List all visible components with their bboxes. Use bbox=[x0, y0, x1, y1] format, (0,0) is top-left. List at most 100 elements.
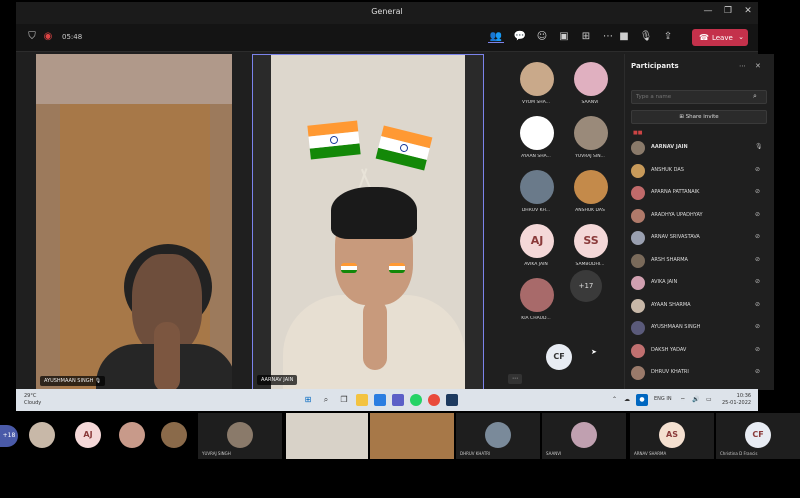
avatar bbox=[631, 186, 645, 200]
maximize-icon[interactable]: ❐ bbox=[720, 6, 736, 16]
window-title: General bbox=[371, 7, 403, 16]
tray-chevron-icon[interactable]: ⌃ bbox=[612, 396, 617, 403]
gallery-tile[interactable]: KIA CHAUD... bbox=[508, 274, 564, 326]
strip-tile[interactable]: CF Christina D Francis bbox=[716, 413, 800, 459]
wifi-icon[interactable]: ⌔ bbox=[680, 396, 686, 404]
strip-tile[interactable]: AS ARNAV SHARMA bbox=[630, 413, 714, 459]
mic-off-icon[interactable]: ⊘ bbox=[755, 323, 760, 330]
mic-off-icon[interactable]: ⊘ bbox=[755, 368, 760, 375]
avatar: SS bbox=[574, 224, 608, 258]
mic-icon[interactable]: 🎙 bbox=[638, 31, 654, 42]
rooms-icon[interactable]: ▣ bbox=[556, 31, 572, 42]
participant-row[interactable]: ARSH SHARMA ⊘ bbox=[629, 251, 773, 271]
chat-icon[interactable]: 💬 bbox=[512, 31, 528, 42]
mic-off-icon[interactable]: ⊘ bbox=[755, 166, 760, 173]
participants-header: Participants bbox=[631, 62, 679, 70]
participant-row[interactable]: APARNA PATTANAIK ⊘ bbox=[629, 183, 773, 203]
gallery-tile[interactable]: SAANVI bbox=[562, 58, 618, 110]
edge-icon[interactable] bbox=[374, 394, 386, 406]
whatsapp-icon[interactable] bbox=[410, 394, 422, 406]
leave-label: Leave bbox=[711, 34, 733, 42]
more-participants-badge[interactable]: +17 bbox=[570, 270, 602, 302]
share-invite-button[interactable]: ⊞ Share invite bbox=[631, 110, 767, 124]
start-icon[interactable]: ⊞ bbox=[302, 394, 314, 406]
strip-tile[interactable]: DHRUV KHATRI bbox=[456, 413, 540, 459]
lang-indicator[interactable]: ENG IN bbox=[654, 396, 672, 402]
mic-off-icon[interactable]: ⊘ bbox=[755, 211, 760, 218]
tile-name: AARNAV JAIN bbox=[261, 377, 294, 383]
strip-video-tile[interactable] bbox=[286, 413, 368, 459]
gallery-tile[interactable]: VYOM SHA... bbox=[508, 58, 564, 110]
teams-icon[interactable] bbox=[392, 394, 404, 406]
strip-tile[interactable] bbox=[20, 413, 64, 459]
file-explorer-icon[interactable] bbox=[356, 394, 368, 406]
battery-icon[interactable]: ▭ bbox=[706, 396, 712, 403]
strip-tile[interactable]: AJ bbox=[70, 413, 106, 459]
participant-row[interactable]: AYAAN SHARMA ⊘ bbox=[629, 296, 773, 316]
mic-off-icon[interactable]: ⊘ bbox=[755, 233, 760, 240]
gallery-tile[interactable]: AYAAN SHA... bbox=[508, 112, 564, 164]
avatar bbox=[631, 321, 645, 335]
share-screen-icon[interactable]: ⇪ bbox=[660, 31, 676, 42]
strip-tile-name: SAANVI bbox=[546, 451, 562, 456]
strip-video-tile[interactable] bbox=[370, 413, 454, 459]
gallery-tile[interactable]: ANSHUK DAS bbox=[562, 166, 618, 218]
volume-icon[interactable]: 🔊 bbox=[692, 396, 699, 403]
gallery-grid: VYOM SHA... SAANVI AYAAN SHA... YUVRAJ SIN.… bbox=[500, 54, 620, 390]
mic-off-icon[interactable]: ⊘ bbox=[755, 346, 760, 353]
leave-button[interactable]: ☎ Leave ⌄ bbox=[692, 29, 748, 46]
cloud-icon[interactable]: ☁ bbox=[624, 396, 630, 403]
chevron-down-icon[interactable]: ⌄ bbox=[738, 29, 744, 46]
tray-app-icon[interactable]: ● bbox=[636, 394, 648, 406]
participant-name: DAKSH YADAV bbox=[651, 346, 687, 353]
avatar bbox=[574, 170, 608, 204]
avatar: AS bbox=[659, 422, 685, 448]
participant-row[interactable]: AVIKA JAIN ⊘ bbox=[629, 273, 773, 293]
strip-tile[interactable] bbox=[112, 413, 152, 459]
camera-icon[interactable]: ■ bbox=[616, 31, 632, 42]
participant-row[interactable]: AYUSHMAAN SINGH ⊘ bbox=[629, 318, 773, 338]
taskbar-clock[interactable]: 10:36 25-01-2022 bbox=[722, 393, 751, 407]
mic-off-icon: 🎙 bbox=[94, 378, 102, 384]
gallery-tile[interactable]: SS SAMBODHI... bbox=[562, 220, 618, 272]
gallery-tile[interactable]: DHRUV KH... bbox=[508, 166, 564, 218]
strip-tile[interactable] bbox=[156, 413, 192, 459]
participant-row[interactable]: ANSHUK DAS ⊘ bbox=[629, 161, 773, 181]
clock-time: 10:36 bbox=[736, 393, 752, 399]
mic-off-icon[interactable]: ⊘ bbox=[755, 188, 760, 195]
chrome-icon[interactable] bbox=[428, 394, 440, 406]
mic-off-icon[interactable]: ⊘ bbox=[755, 256, 760, 263]
more-icon[interactable]: ⋯ bbox=[739, 62, 746, 70]
participant-row[interactable]: DHRUV KHATRI ⊘ bbox=[629, 363, 773, 383]
minimize-icon[interactable]: — bbox=[700, 6, 716, 16]
video-tile-ayushmaan[interactable]: AYUSHMAAN SINGH 🎙 bbox=[36, 54, 232, 390]
apps-icon[interactable]: ⊞ bbox=[578, 31, 594, 42]
mic-icon[interactable]: 🎙 bbox=[755, 143, 763, 150]
folded-hands bbox=[363, 300, 387, 370]
search-icon[interactable]: ⌕ bbox=[320, 394, 332, 406]
more-icon[interactable]: ⋯ bbox=[600, 31, 616, 42]
mic-off-icon[interactable]: ⊘ bbox=[755, 278, 760, 285]
app-icon[interactable] bbox=[446, 394, 458, 406]
gallery-tile[interactable]: YUVRAJ SIN... bbox=[562, 112, 618, 164]
participant-row[interactable]: ARNAV SRIVASTAVA ⊘ bbox=[629, 228, 773, 248]
close-icon[interactable]: ✕ bbox=[740, 6, 756, 16]
strip-tile[interactable]: YUVRAJ SINGH bbox=[198, 413, 282, 459]
avatar: CF bbox=[745, 422, 771, 448]
strip-tile[interactable]: SAANVI bbox=[542, 413, 626, 459]
reactions-icon[interactable]: ☺ bbox=[534, 31, 550, 42]
weather-widget[interactable]: 29°C Cloudy bbox=[24, 393, 41, 407]
participant-row[interactable]: DAKSH YADAV ⊘ bbox=[629, 341, 773, 361]
self-avatar[interactable]: CF bbox=[546, 344, 572, 370]
participant-row[interactable]: ARADHYA UPADHYAY ⊘ bbox=[629, 206, 773, 226]
overflow-count-badge[interactable]: +18 bbox=[0, 425, 18, 447]
mic-off-icon[interactable]: ⊘ bbox=[755, 301, 760, 308]
participant-row[interactable]: AARNAV JAIN 🎙 bbox=[629, 138, 773, 158]
avatar bbox=[227, 422, 253, 448]
participant-search-input[interactable] bbox=[631, 90, 767, 104]
close-panel-icon[interactable]: ✕ bbox=[755, 62, 761, 70]
task-view-icon[interactable]: ❐ bbox=[338, 394, 350, 406]
gallery-tile[interactable]: AJ AVIKA JAIN bbox=[508, 220, 564, 272]
video-tile-aarnav[interactable]: AARNAV JAIN bbox=[252, 54, 484, 390]
people-icon[interactable]: 👥 bbox=[488, 31, 504, 43]
